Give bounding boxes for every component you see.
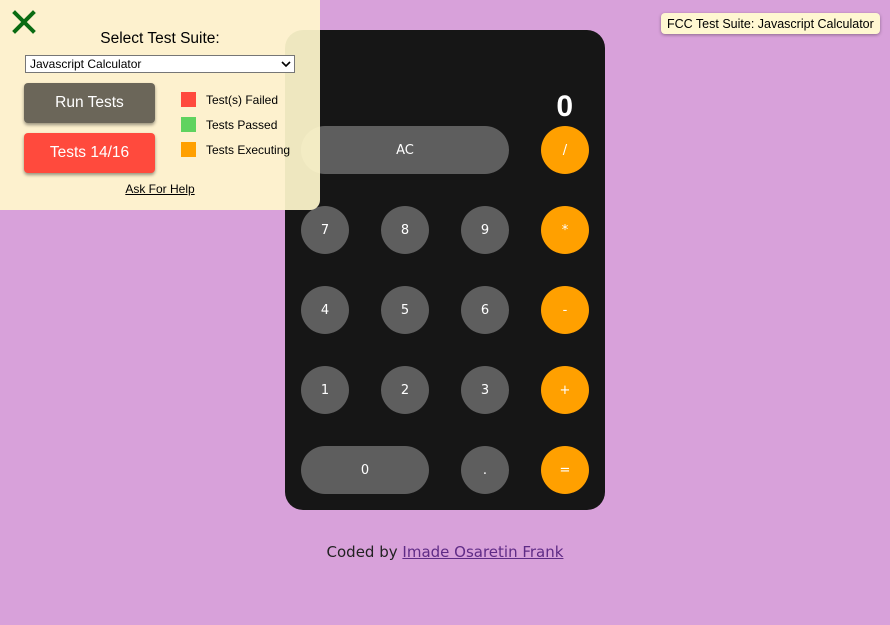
run-tests-button[interactable]: Run Tests <box>24 83 155 123</box>
fcc-test-suite-badge[interactable]: FCC Test Suite: Javascript Calculator <box>661 13 880 34</box>
ask-for-help-link[interactable]: Ask For Help <box>0 182 320 196</box>
four-button[interactable]: 4 <box>301 286 349 334</box>
legend-failed-label: Test(s) Failed <box>206 92 279 107</box>
one-button[interactable]: 1 <box>301 366 349 414</box>
clear-button[interactable]: AC <box>301 126 509 174</box>
tests-results-button[interactable]: Tests 14/16 <box>24 133 155 173</box>
legend-failed: Test(s) Failed <box>181 92 278 107</box>
executing-swatch <box>181 142 196 157</box>
calculator: 0 AC / 7 8 9 * 4 5 6 - 1 2 3 + 0 . = <box>285 30 605 510</box>
equals-button[interactable]: = <box>541 446 589 494</box>
legend-passed: Tests Passed <box>181 117 277 132</box>
footer: Coded by Imade Osaretin Frank <box>0 543 890 561</box>
divide-button[interactable]: / <box>541 126 589 174</box>
legend-passed-label: Tests Passed <box>206 117 278 132</box>
three-button[interactable]: 3 <box>461 366 509 414</box>
five-button[interactable]: 5 <box>381 286 429 334</box>
legend-executing-label: Tests Executing <box>206 142 291 157</box>
eight-button[interactable]: 8 <box>381 206 429 254</box>
passed-swatch <box>181 117 196 132</box>
author-link[interactable]: Imade Osaretin Frank <box>402 543 563 561</box>
decimal-button[interactable]: . <box>461 446 509 494</box>
selected-suite: Javascript Calculator <box>30 57 142 71</box>
subtract-button[interactable]: - <box>541 286 589 334</box>
add-button[interactable]: + <box>541 366 589 414</box>
chevron-down-icon <box>281 61 291 68</box>
failed-swatch <box>181 92 196 107</box>
seven-button[interactable]: 7 <box>301 206 349 254</box>
nine-button[interactable]: 9 <box>461 206 509 254</box>
two-button[interactable]: 2 <box>381 366 429 414</box>
multiply-button[interactable]: * <box>541 206 589 254</box>
footer-prefix: Coded by <box>326 543 398 561</box>
test-suite-select[interactable]: Javascript Calculator <box>25 55 295 73</box>
calculator-display: 0 <box>556 90 573 123</box>
test-suite-panel: Select Test Suite: Javascript Calculator… <box>0 0 320 210</box>
select-suite-label: Select Test Suite: <box>100 30 220 47</box>
six-button[interactable]: 6 <box>461 286 509 334</box>
zero-button[interactable]: 0 <box>301 446 429 494</box>
legend-executing: Tests Executing <box>181 142 290 157</box>
